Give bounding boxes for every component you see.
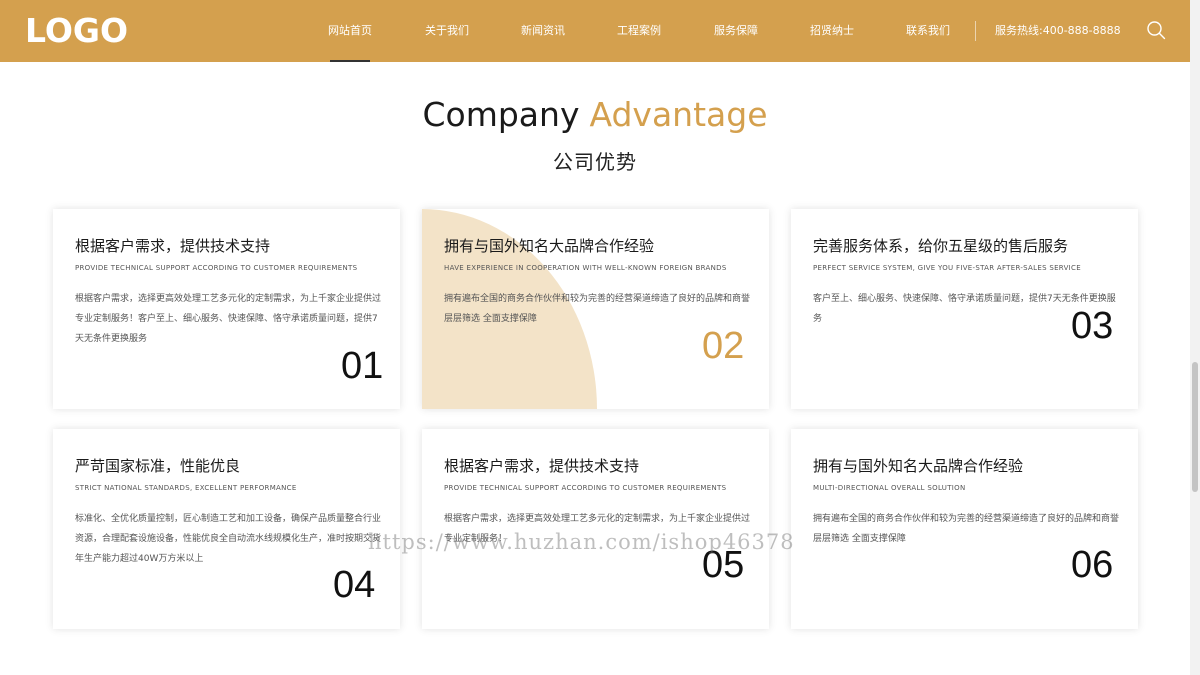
search-icon[interactable]: [1146, 20, 1166, 40]
card-description: 拥有遍布全国的商务合作伙伴和较为完善的经营渠道缔造了良好的品牌和商誉层层筛选 全…: [813, 514, 1120, 544]
watermark-text: https://www.huzhan.com/ishop46378: [368, 530, 795, 554]
section-title-cn: 公司优势: [553, 150, 637, 174]
logo[interactable]: LOGO: [25, 11, 128, 51]
card-number: 01: [341, 345, 384, 387]
card-subtitle: STRICT NATIONAL STANDARDS, EXCELLENT PER…: [75, 484, 297, 492]
nav-item-home[interactable]: 网站首页: [310, 0, 390, 62]
section-title-en: Company Advantage: [0, 92, 1190, 138]
card-subtitle: HAVE EXPERIENCE IN COOPERATION WITH WELL…: [444, 264, 727, 272]
advantage-card-4[interactable]: 严苛国家标准，性能优良 STRICT NATIONAL STANDARDS, E…: [53, 429, 400, 629]
card-description: 拥有遍布全国的商务合作伙伴和较为完善的经营渠道缔造了良好的品牌和商誉层层筛选 全…: [444, 294, 751, 324]
advantage-card-1[interactable]: 根据客户需求，提供技术支持 PROVIDE TECHNICAL SUPPORT …: [53, 209, 400, 409]
nav-item-contact[interactable]: 联系我们: [888, 0, 968, 62]
page-scrollbar[interactable]: [1190, 0, 1200, 675]
card-title: 完善服务体系，给你五星级的售后服务: [813, 237, 1069, 255]
advantage-card-3[interactable]: 完善服务体系，给你五星级的售后服务 PERFECT SERVICE SYSTEM…: [791, 209, 1138, 409]
site-header: LOGO 网站首页 关于我们 新闻资讯 工程案例 服务保障 招贤纳士 联系我们 …: [0, 0, 1190, 62]
card-number: 02: [702, 325, 745, 367]
card-subtitle: PROVIDE TECHNICAL SUPPORT ACCORDING TO C…: [444, 484, 727, 492]
nav-divider: [975, 21, 976, 41]
scrollbar-thumb[interactable]: [1192, 362, 1198, 492]
card-title: 拥有与国外知名大品牌合作经验: [813, 457, 1024, 475]
card-subtitle: PERFECT SERVICE SYSTEM, GIVE YOU FIVE-ST…: [813, 264, 1081, 272]
card-description: 根据客户需求，选择更高效处理工艺多元化的定制需求，为上千家企业提供过专业定制服务…: [75, 294, 382, 344]
service-hotline: 服务热线:400-888-8888: [995, 24, 1121, 37]
advantage-card-6[interactable]: 拥有与国外知名大品牌合作经验 MULTI-DIRECTIONAL OVERALL…: [791, 429, 1138, 629]
card-number: 06: [1071, 544, 1114, 586]
nav-item-about[interactable]: 关于我们: [407, 0, 487, 62]
card-description: 标准化、全优化质量控制，匠心制造工艺和加工设备，确保产品质量整合行业资源，合理配…: [75, 514, 382, 564]
card-title: 根据客户需求，提供技术支持: [444, 457, 640, 475]
nav-item-news[interactable]: 新闻资讯: [503, 0, 583, 62]
nav-item-jobs[interactable]: 招贤纳士: [792, 0, 872, 62]
title-word-advantage: Advantage: [589, 95, 768, 134]
card-title: 严苛国家标准，性能优良: [75, 457, 241, 475]
card-number: 04: [333, 564, 376, 606]
card-subtitle: MULTI-DIRECTIONAL OVERALL SOLUTION: [813, 484, 966, 492]
card-number: 03: [1071, 305, 1114, 347]
card-subtitle: PROVIDE TECHNICAL SUPPORT ACCORDING TO C…: [75, 264, 358, 272]
advantage-card-5[interactable]: 根据客户需求，提供技术支持 PROVIDE TECHNICAL SUPPORT …: [422, 429, 769, 629]
card-title: 拥有与国外知名大品牌合作经验: [444, 237, 655, 255]
title-word-company: Company: [422, 95, 580, 134]
nav-item-service[interactable]: 服务保障: [696, 0, 776, 62]
nav-item-cases[interactable]: 工程案例: [599, 0, 679, 62]
advantage-card-2[interactable]: 拥有与国外知名大品牌合作经验 HAVE EXPERIENCE IN COOPER…: [422, 209, 769, 409]
card-title: 根据客户需求，提供技术支持: [75, 237, 271, 255]
